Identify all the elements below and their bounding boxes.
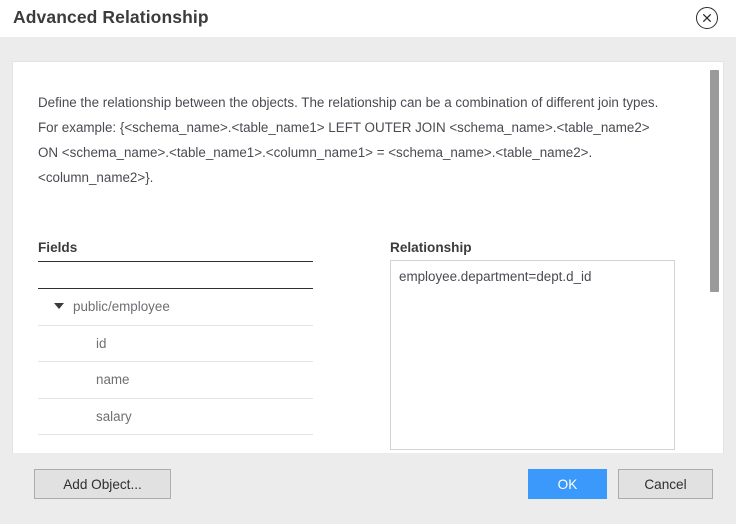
tree-field-row[interactable]: salary bbox=[38, 399, 313, 435]
tree-group-label: public/employee bbox=[73, 299, 170, 314]
dialog-titlebar: Advanced Relationship bbox=[0, 0, 736, 37]
fields-section: Fields public/employee id name salary bbox=[38, 240, 313, 453]
dialog-content-panel: Define the relationship between the obje… bbox=[13, 62, 723, 453]
close-circle-icon[interactable] bbox=[696, 7, 718, 29]
tree-field-row-partial[interactable] bbox=[38, 435, 313, 453]
dialog-title: Advanced Relationship bbox=[13, 7, 209, 27]
tree-group-row[interactable]: public/employee bbox=[38, 289, 313, 326]
dialog-footer: Add Object... OK Cancel bbox=[0, 453, 736, 524]
relationship-input[interactable] bbox=[390, 260, 675, 450]
relationship-section: Relationship bbox=[390, 240, 675, 453]
relationship-label: Relationship bbox=[390, 240, 472, 255]
ok-button[interactable]: OK bbox=[528, 469, 607, 499]
add-object-button[interactable]: Add Object... bbox=[34, 469, 171, 499]
tree-field-row[interactable]: id bbox=[38, 326, 313, 362]
description-text: Define the relationship between the obje… bbox=[38, 90, 663, 190]
advanced-relationship-dialog: Advanced Relationship Define the relatio… bbox=[0, 0, 736, 524]
fields-tree: public/employee id name salary bbox=[38, 289, 313, 453]
description-line-2: For example: {<schema_name>.<table_name1… bbox=[38, 120, 654, 185]
description-line-1: Define the relationship between the obje… bbox=[38, 95, 659, 110]
tree-field-label: id bbox=[96, 335, 107, 351]
fields-table-header bbox=[38, 262, 313, 288]
panel-scrollbar-thumb[interactable] bbox=[710, 70, 719, 292]
close-x-glyph bbox=[702, 13, 712, 23]
cancel-button[interactable]: Cancel bbox=[618, 469, 713, 499]
tree-field-row[interactable]: name bbox=[38, 362, 313, 399]
fields-label: Fields bbox=[38, 240, 78, 255]
panel-scrollbar[interactable] bbox=[710, 66, 719, 449]
caret-down-icon[interactable] bbox=[54, 303, 64, 310]
tree-field-label: name bbox=[96, 372, 130, 387]
tree-field-label: salary bbox=[96, 408, 132, 424]
